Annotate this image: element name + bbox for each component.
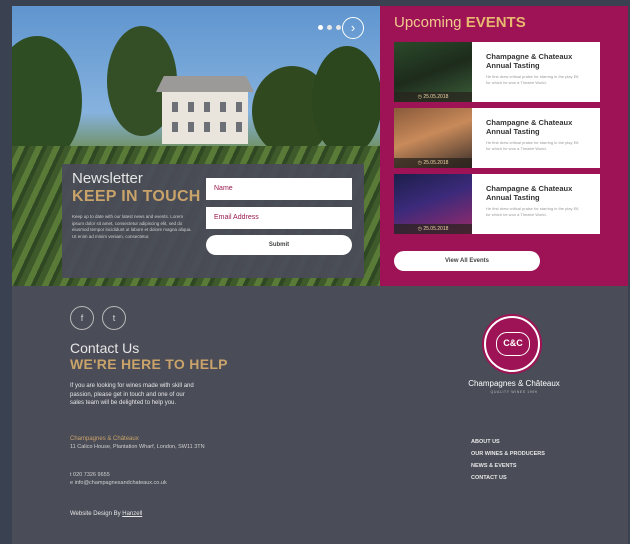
- company-address: 11 Calico House, Plantation Wharf, Londo…: [70, 444, 205, 450]
- slider-next-button[interactable]: ›: [342, 17, 364, 39]
- brand-name: Champagnes & Châteaux: [468, 379, 560, 388]
- event-description: He first drew critical praise for starri…: [486, 140, 580, 151]
- contact-heading: WE'RE HERE TO HELP: [70, 356, 228, 372]
- event-card[interactable]: ◷ 25.05.2018 Champagne & Chateaux Annual…: [394, 42, 600, 102]
- phone-number[interactable]: t 020 7326 9655: [70, 472, 110, 478]
- event-title[interactable]: Champagne & Chateaux Annual Tasting: [486, 118, 586, 136]
- events-heading-light: Upcoming: [394, 14, 462, 31]
- newsletter-panel: Newsletter KEEP IN TOUCH Keep up to date…: [62, 164, 364, 278]
- hero-image: › Newsletter KEEP IN TOUCH Keep up to da…: [12, 6, 380, 286]
- slider-dot[interactable]: [336, 25, 341, 30]
- event-title[interactable]: Champagne & Chateaux Annual Tasting: [486, 52, 586, 70]
- contact-body: If you are looking for wines made with s…: [70, 383, 194, 406]
- credit-prefix: Website Design By: [70, 511, 121, 517]
- events-heading-bold: EVENTS: [465, 14, 526, 31]
- credit-link[interactable]: Hanzell: [122, 511, 142, 517]
- brand-tagline: QUALITY WINES 1999: [490, 390, 538, 394]
- slider-dot[interactable]: [327, 25, 332, 30]
- facebook-icon[interactable]: f: [70, 306, 94, 330]
- events-heading: Upcoming EVENTS: [394, 14, 526, 31]
- event-card[interactable]: ◷ 25.05.2018 Champagne & Chateaux Annual…: [394, 108, 600, 168]
- newsletter-heading: KEEP IN TOUCH: [72, 188, 201, 205]
- view-all-events-button[interactable]: View All Events: [394, 251, 540, 271]
- footer-nav: ABOUT US OUR WINES & PRODUCERS NEWS & EV…: [471, 436, 545, 484]
- event-date: ◷ 25.05.2018: [394, 92, 472, 102]
- submit-button[interactable]: Submit: [206, 235, 352, 255]
- event-card[interactable]: ◷ 25.05.2018 Champagne & Chateaux Annual…: [394, 174, 600, 234]
- chateau-building: [156, 76, 254, 144]
- footer-nav-news[interactable]: NEWS & EVENTS: [471, 460, 545, 472]
- design-credit: Website Design By Hanzell: [70, 511, 142, 517]
- twitter-icon[interactable]: t: [102, 306, 126, 330]
- slider-dots[interactable]: [318, 25, 341, 30]
- email-input[interactable]: Email Address: [206, 207, 352, 229]
- email-link[interactable]: e info@champagnesandchateaux.co.uk: [70, 480, 167, 486]
- event-description: He first drew critical praise for starri…: [486, 206, 580, 217]
- footer-nav-contact[interactable]: CONTACT US: [471, 472, 545, 484]
- tree-far-right: [312, 46, 380, 156]
- page-frame: › Newsletter KEEP IN TOUCH Keep up to da…: [12, 6, 628, 544]
- event-title[interactable]: Champagne & Chateaux Annual Tasting: [486, 184, 586, 202]
- newsletter-title: Newsletter: [72, 170, 143, 187]
- newsletter-body: Keep up to date with our latest news and…: [72, 214, 192, 239]
- event-description: He first drew critical praise for starri…: [486, 74, 580, 85]
- company-name: Champagnes & Châteaux: [70, 436, 139, 442]
- footer-nav-about[interactable]: ABOUT US: [471, 436, 545, 448]
- name-input[interactable]: Name: [206, 178, 352, 200]
- brand-logo[interactable]: C&C: [484, 316, 540, 372]
- event-date: ◷ 25.05.2018: [394, 158, 472, 168]
- footer-nav-wines[interactable]: OUR WINES & PRODUCERS: [471, 448, 545, 460]
- events-panel: Upcoming EVENTS ◷ 25.05.2018 Champagne &…: [380, 6, 628, 286]
- event-date: ◷ 25.05.2018: [394, 224, 472, 234]
- contact-title: Contact Us: [70, 340, 140, 356]
- logo-monogram: C&C: [496, 332, 530, 356]
- slider-dot[interactable]: [318, 25, 323, 30]
